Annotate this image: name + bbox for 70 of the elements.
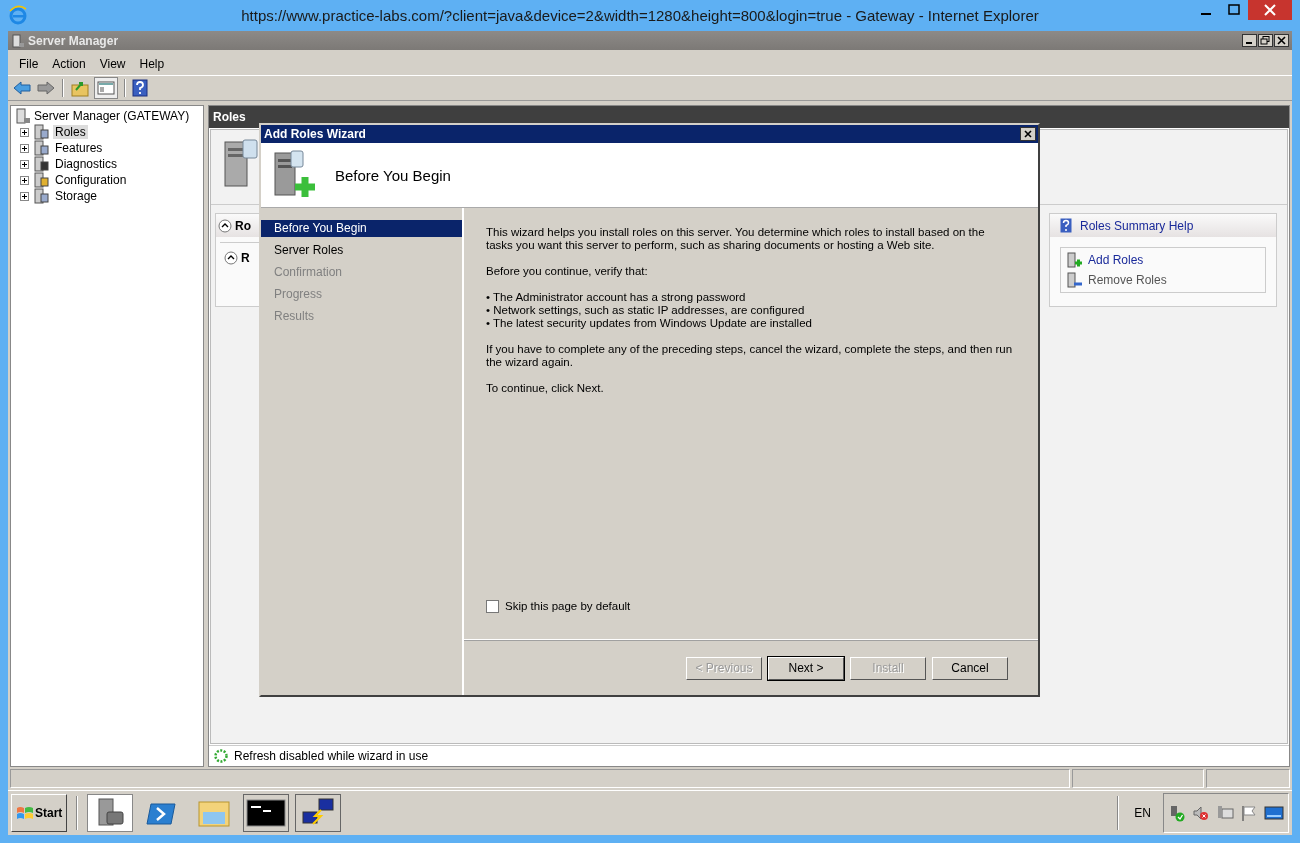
plug-check-icon[interactable] [1168, 804, 1186, 822]
checkbox-label[interactable]: Skip this page by default [505, 600, 631, 613]
section-title: Ro [235, 218, 251, 233]
wizard-button[interactable]: Cancel [932, 656, 1008, 680]
server-icon [221, 138, 261, 188]
node-icon [33, 140, 49, 156]
wizard-button[interactable]: Next > [768, 656, 844, 680]
wizard-step[interactable]: Server Roles [261, 242, 462, 259]
node-icon [33, 156, 49, 172]
tree-item[interactable]: Roles [53, 125, 88, 139]
collapse-icon[interactable] [218, 218, 232, 233]
tree-item[interactable]: Features [53, 141, 105, 155]
task-link[interactable]: Add Roles [1088, 253, 1144, 267]
paragraph: To continue, click Next. [486, 382, 605, 395]
command-prompt-icon[interactable] [243, 794, 290, 832]
start-button[interactable]: Start [11, 794, 68, 832]
paragraph: Before you continue, verify that: [486, 265, 649, 278]
menu-item[interactable]: Action [45, 57, 93, 71]
add-server-icon [1067, 252, 1083, 268]
status-text: Refresh disabled while wizard in use [234, 749, 429, 763]
bullet-item: • The Administrator account has a strong password [486, 291, 747, 304]
expander-icon[interactable] [20, 143, 29, 153]
help-icon[interactable] [132, 79, 148, 97]
checkbox[interactable] [486, 600, 499, 613]
tree-item[interactable]: Server Manager (GATEWAY) [34, 109, 190, 123]
paragraph: This wizard helps you install roles on this server. You determine which roles to install based on the tasks you want this server to perform, such as sharing documents or hosting a Web site. [486, 226, 986, 252]
menu-item[interactable]: Help [132, 57, 172, 71]
node-icon [33, 172, 49, 188]
expander-icon[interactable] [20, 191, 29, 201]
server-toolbox-icon[interactable] [87, 794, 134, 832]
back-arrow-icon[interactable] [12, 79, 32, 97]
dialog-title: Add Roles Wizard [264, 127, 366, 141]
tree-item[interactable]: Storage [53, 189, 100, 203]
tree-item[interactable]: Diagnostics [53, 157, 120, 171]
forward-arrow-icon[interactable] [36, 79, 56, 97]
help-icon [1060, 218, 1072, 233]
menu-item[interactable]: View [92, 57, 133, 71]
windows-logo-icon [16, 805, 34, 821]
page-heading: Before You Begin [335, 166, 451, 184]
tree-item[interactable]: Configuration [53, 173, 129, 187]
refresh-icon [213, 748, 229, 764]
speaker-muted-icon[interactable] [1192, 804, 1210, 822]
close-icon[interactable] [1274, 34, 1289, 47]
window-title: Server Manager [28, 33, 120, 48]
node-icon [33, 124, 49, 140]
remove-server-icon [1067, 272, 1083, 288]
expander-icon[interactable] [20, 159, 29, 169]
network-computers-icon[interactable] [295, 794, 342, 832]
expander-icon[interactable] [20, 175, 29, 185]
browser-logo-icon [8, 5, 28, 25]
browser-title: https://www.practice-labs.com/?client=java&device=2&width=1280&height=800&login=true - Gateway - Internet Explorer [240, 6, 1040, 24]
monitor-icon[interactable] [1264, 804, 1284, 822]
collapse-icon[interactable] [224, 251, 238, 265]
paragraph: If you have to complete any of the preceding steps, cancel the wizard, complete the steps, and then run the wizard again. [486, 343, 1014, 369]
restore-icon[interactable] [1258, 34, 1273, 47]
console-tree-icon[interactable] [94, 77, 118, 99]
expander-icon[interactable] [20, 127, 29, 137]
bullet-item: • Network settings, such as static IP addresses, are configured [486, 304, 806, 317]
bullet-item: • The latest security updates from Windows Update are installed [486, 317, 813, 330]
server-icon [11, 33, 25, 48]
section-title: R [241, 251, 250, 265]
minimize-icon[interactable] [1242, 34, 1257, 47]
node-icon [33, 188, 49, 204]
pane-title: Roles [213, 110, 246, 124]
flag-icon[interactable] [1240, 804, 1258, 822]
language-indicator[interactable]: EN [1128, 806, 1157, 820]
menu-item[interactable]: File [12, 57, 46, 71]
close-icon[interactable] [1020, 127, 1036, 141]
wizard-step[interactable]: Before You Begin [261, 220, 462, 237]
server-icon [15, 108, 31, 124]
